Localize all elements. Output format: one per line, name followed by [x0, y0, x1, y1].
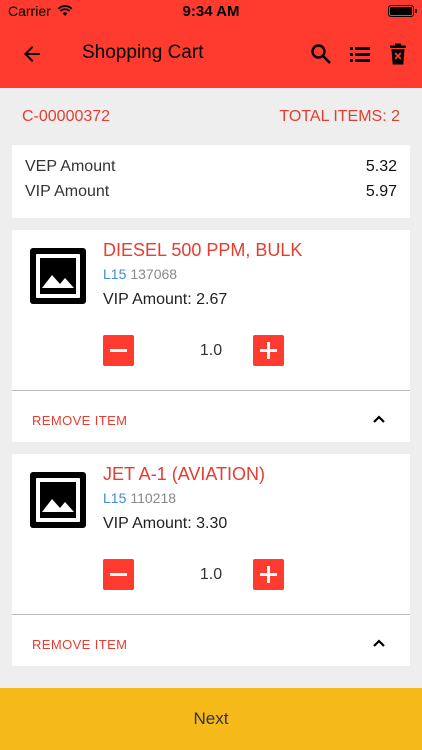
item-number: 110218 [130, 490, 177, 506]
item-vip-amount: VIP Amount: 3.30 [103, 515, 228, 532]
item-name[interactable]: JET A-1 (AVIATION) [103, 464, 265, 485]
increment-button[interactable] [253, 335, 284, 366]
increment-button[interactable] [253, 559, 284, 590]
next-button[interactable]: Next [0, 688, 422, 750]
cart-id: C-00000372 [22, 108, 111, 125]
vep-amount-row: VEP Amount 5.32 [25, 158, 397, 176]
status-time: 9:34 AM [182, 3, 240, 20]
app-bar: Shopping Cart [0, 22, 422, 88]
cart-item-card: DIESEL 500 PPM, BULK L15 137068 VIP Amoun… [12, 230, 410, 442]
remove-item-button[interactable]: REMOVE ITEM [32, 413, 127, 428]
remove-item-button[interactable]: REMOVE ITEM [32, 637, 127, 652]
item-level: L15 [103, 266, 127, 282]
amount-summary-card: VEP Amount 5.32 VIP Amount 5.97 [12, 145, 410, 218]
status-bar: Carrier 9:34 AM [0, 0, 422, 22]
vep-amount-value: 5.32 [365, 158, 397, 175]
item-name[interactable]: DIESEL 500 PPM, BULK [103, 240, 302, 261]
total-items: TOTAL ITEMS: 2 [279, 108, 400, 125]
plus-icon [260, 566, 277, 583]
vip-amount-row: VIP Amount 5.97 [25, 183, 397, 201]
page-title: Shopping Cart [82, 42, 204, 63]
list-icon[interactable] [348, 42, 372, 66]
divider [12, 390, 410, 391]
divider [12, 614, 410, 615]
back-arrow-icon[interactable] [20, 42, 44, 66]
search-icon[interactable] [309, 42, 333, 66]
item-code: L15 137068 [103, 266, 177, 282]
delete-cart-icon[interactable] [386, 42, 410, 66]
cart-item-card: JET A-1 (AVIATION) L15 110218 VIP Amount:… [12, 454, 410, 666]
plus-icon [260, 342, 277, 359]
item-code: L15 110218 [103, 490, 176, 506]
minus-icon [110, 349, 127, 352]
vep-amount-label: VEP Amount [25, 158, 116, 175]
item-number: 137068 [130, 266, 178, 282]
decrement-button[interactable] [103, 559, 134, 590]
chevron-up-icon[interactable] [371, 411, 387, 427]
image-placeholder-icon [30, 248, 86, 304]
chevron-up-icon[interactable] [371, 635, 387, 651]
battery-icon [388, 5, 417, 17]
decrement-button[interactable] [103, 335, 134, 366]
vip-amount-label: VIP Amount [25, 183, 110, 200]
image-placeholder-icon [30, 472, 86, 528]
minus-icon [110, 573, 127, 576]
item-level: L15 [103, 490, 127, 506]
cart-header: C-00000372 TOTAL ITEMS: 2 [0, 108, 422, 130]
vip-amount-value: 5.97 [365, 183, 397, 200]
item-vip-amount: VIP Amount: 2.67 [103, 291, 228, 308]
